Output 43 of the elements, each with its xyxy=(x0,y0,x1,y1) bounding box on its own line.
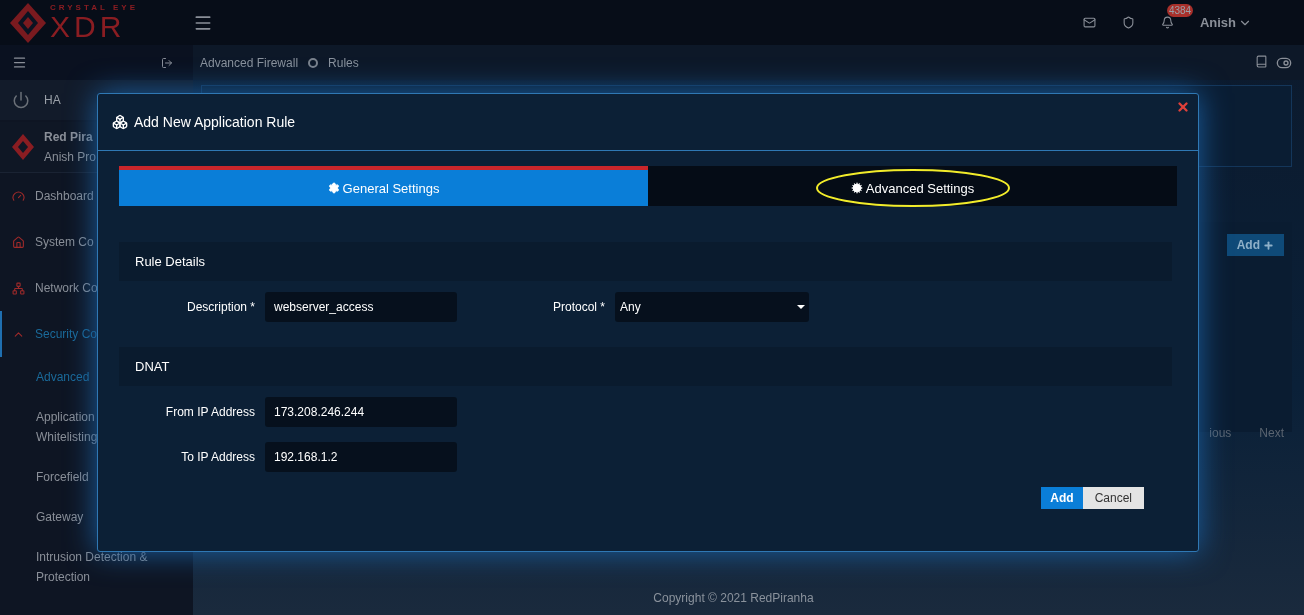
logo-wordmark: XDR xyxy=(50,11,126,42)
menu-item-icon xyxy=(12,281,25,295)
menu-item-icon xyxy=(12,235,25,249)
menu-icon[interactable] xyxy=(12,55,27,70)
shield-icon[interactable] xyxy=(1121,16,1135,29)
breadcrumb-current: Rules xyxy=(328,55,359,70)
breadcrumb-separator-icon xyxy=(308,57,319,68)
settings-tab[interactable]: General Settings xyxy=(119,166,648,206)
modal-title: Add New Application Rule xyxy=(134,114,296,130)
gear-icon xyxy=(850,182,863,194)
section-header: DNAT xyxy=(119,347,1172,386)
ha-label: HA xyxy=(44,92,61,109)
org-name: Red Pira xyxy=(44,129,94,146)
settings-tab[interactable]: Advanced Settings xyxy=(648,166,1177,206)
close-button[interactable] xyxy=(1176,100,1190,114)
field-label: Protocol * xyxy=(551,300,605,314)
gear-icon xyxy=(327,182,340,194)
mail-icon[interactable] xyxy=(1082,16,1096,29)
power-icon xyxy=(12,91,30,109)
protocol-select[interactable]: Any xyxy=(615,292,809,322)
copyright-text: Copyright © 2021 RedPiranha xyxy=(652,591,815,607)
field-label: From IP Address xyxy=(164,405,255,419)
field-label: Description * xyxy=(185,300,255,314)
book-icon[interactable] xyxy=(1255,54,1268,71)
add-button[interactable]: Add xyxy=(1041,487,1083,509)
input-field[interactable]: 173.208.246.244 xyxy=(265,397,457,427)
plus-icon xyxy=(1263,239,1274,251)
breadcrumb-link[interactable]: Advanced Firewall xyxy=(200,55,299,70)
section-header: Rule Details xyxy=(119,242,1172,281)
bell-icon[interactable] xyxy=(1160,16,1174,29)
input-field[interactable]: 192.168.1.2 xyxy=(265,442,457,472)
menu-item-icon xyxy=(12,189,25,203)
org-profile: Anish Pro xyxy=(44,149,97,166)
field-label: To IP Address xyxy=(180,450,255,464)
logo-tagline: CRYSTAL EYE xyxy=(50,3,138,12)
cancel-button[interactable]: Cancel xyxy=(1082,487,1144,509)
user-menu[interactable]: Anish xyxy=(1199,15,1252,30)
sign-out-icon[interactable] xyxy=(161,56,173,69)
org-logo-icon xyxy=(12,134,34,160)
input-field[interactable]: webserver_access xyxy=(265,292,457,322)
add-rule-button[interactable]: Add xyxy=(1226,234,1284,256)
notification-badge: 4384 xyxy=(1166,4,1194,17)
cubes-icon xyxy=(112,114,128,130)
